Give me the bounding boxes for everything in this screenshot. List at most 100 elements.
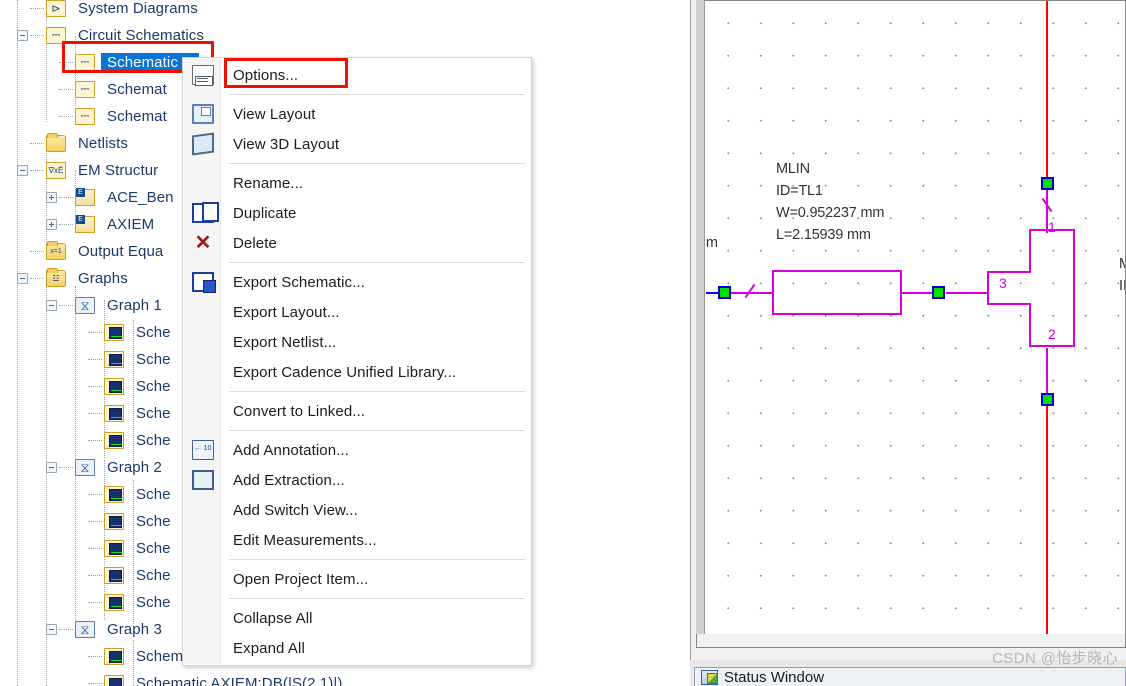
- menu-item-label: Export Netlist...: [233, 333, 337, 351]
- menu-item-label: View 3D Layout: [233, 135, 340, 153]
- status-window-tab[interactable]: Status Window: [694, 667, 1126, 686]
- net-wire-red-bottom[interactable]: [1046, 399, 1048, 647]
- tree-item[interactable]: ⎓ Schemat: [0, 103, 167, 130]
- tree-connector: [88, 575, 102, 576]
- tree-item[interactable]: Sche: [0, 400, 171, 427]
- tree-item[interactable]: ⧖ Graph 1: [0, 292, 162, 319]
- measurement-waveform: [109, 489, 122, 501]
- menu-item-label: Export Schematic...: [233, 273, 365, 291]
- schematic-annotation[interactable]: W=0.952237 mm: [776, 205, 884, 221]
- collapse-icon[interactable]: [46, 624, 57, 635]
- tree-item[interactable]: ⎓ Circuit Schematics: [0, 22, 204, 49]
- menu-item-view-3d-layout[interactable]: View 3D Layout: [183, 129, 531, 159]
- menu-item-expand-all[interactable]: Expand All: [183, 633, 531, 663]
- tree-item[interactable]: ⧖ Graph 3: [0, 616, 162, 643]
- annotation-icon: ← 10: [192, 440, 214, 460]
- tree-connector: [88, 359, 102, 360]
- expand-icon[interactable]: [46, 192, 57, 203]
- graph-icon: ⧖: [75, 621, 95, 638]
- tree-item[interactable]: Sche: [0, 508, 171, 535]
- tree-connector: [88, 548, 102, 549]
- expand-icon[interactable]: [46, 219, 57, 230]
- menu-separator: [229, 391, 525, 392]
- status-window-panel[interactable]: Status Window: [690, 660, 1126, 686]
- menu-item-label: Add Annotation...: [233, 441, 349, 459]
- tree-item[interactable]: Sche: [0, 346, 171, 373]
- tree-item[interactable]: ⧖ Graph 2: [0, 454, 162, 481]
- tree-item[interactable]: ∇xĒ EM Structur: [0, 157, 158, 184]
- collapse-icon[interactable]: [46, 462, 57, 473]
- menu-item-open-project-item[interactable]: Open Project Item...: [183, 564, 531, 594]
- tree-item[interactable]: Sche: [0, 319, 171, 346]
- menu-item-export-cadence-unified-library[interactable]: Export Cadence Unified Library...: [183, 357, 531, 387]
- collapse-icon[interactable]: [17, 273, 28, 284]
- menu-item-collapse-all[interactable]: Collapse All: [183, 603, 531, 633]
- tree-connector: [88, 386, 102, 387]
- schematic-icon: ⎓: [75, 81, 95, 98]
- schematic-annotation[interactable]: MLIN: [776, 161, 810, 177]
- menu-item-list[interactable]: Options... View Layout View 3D Layout Renam…: [183, 60, 531, 663]
- measurement-icon: [104, 324, 124, 341]
- wire-left-to-mlin[interactable]: [730, 292, 772, 294]
- menu-item-export-netlist[interactable]: Export Netlist...: [183, 327, 531, 357]
- tree-connector: [59, 62, 73, 63]
- menu-item-export-schematic[interactable]: Export Schematic...: [183, 267, 531, 297]
- tree-item[interactable]: Sche: [0, 427, 171, 454]
- menu-item-edit-measurements[interactable]: Edit Measurements...: [183, 525, 531, 555]
- menu-item-options[interactable]: Options...: [183, 60, 531, 90]
- output-equations-icon: x=1: [46, 241, 66, 260]
- tree-item[interactable]: E AXIEM: [0, 211, 154, 238]
- schematic-canvas[interactable]: 123 MLIN ID=TL1 W=0.952237 mm L=2.15939 mm …: [706, 1, 1125, 647]
- menu-item-duplicate[interactable]: Duplicate: [183, 198, 531, 228]
- annotation-glyph: ← 10: [194, 445, 212, 452]
- menu-item-label: Rename...: [233, 174, 304, 192]
- collapse-icon[interactable]: [46, 300, 57, 311]
- tree-item[interactable]: Sche: [0, 562, 171, 589]
- tree-item[interactable]: Sche: [0, 481, 171, 508]
- tree-item[interactable]: Schematic AXIEM:DB(|S(2,1)|): [0, 670, 342, 686]
- schematic-context-menu[interactable]: Options... View Layout View 3D Layout Renam…: [182, 57, 532, 666]
- tree-item[interactable]: Sche: [0, 373, 171, 400]
- tree-item[interactable]: ⎓ Schematic 1: [0, 49, 199, 76]
- tree-item[interactable]: Sche: [0, 589, 171, 616]
- mlin-component-body[interactable]: [772, 270, 902, 315]
- schematic-annotation[interactable]: ID=TL1: [776, 183, 823, 199]
- tree-item[interactable]: ☳ Graphs: [0, 265, 128, 292]
- menu-item-label: Edit Measurements...: [233, 531, 377, 549]
- wire-tee-port2[interactable]: [1046, 348, 1048, 399]
- node-middle[interactable]: [932, 286, 945, 299]
- menu-item-rename[interactable]: Rename...: [183, 168, 531, 198]
- node-bottom[interactable]: [1041, 393, 1054, 406]
- tree-item[interactable]: ⎓ Schemat: [0, 76, 167, 103]
- schematic-horizontal-scrollbar[interactable]: [696, 634, 1126, 648]
- tree-item[interactable]: Sche: [0, 535, 171, 562]
- menu-item-delete[interactable]: ✕ Delete: [183, 228, 531, 258]
- clipped-right-text-2: II: [1119, 278, 1125, 294]
- tree-connector: [30, 35, 44, 36]
- menu-item-export-layout[interactable]: Export Layout...: [183, 297, 531, 327]
- tree-connector: [30, 278, 44, 279]
- schematic-editor-window[interactable]: 123 MLIN ID=TL1 W=0.952237 mm L=2.15939 mm …: [690, 0, 1126, 660]
- wire-node-to-tee[interactable]: [946, 292, 988, 294]
- menu-item-add-annotation[interactable]: ← 10 Add Annotation...: [183, 435, 531, 465]
- menu-item-add-switch-view[interactable]: Add Switch View...: [183, 495, 531, 525]
- menu-item-view-layout[interactable]: View Layout: [183, 99, 531, 129]
- em-doc-icon: E: [75, 188, 95, 206]
- tree-connector: [59, 197, 73, 198]
- tree-item[interactable]: Netlists: [0, 130, 128, 157]
- menu-item-label: Export Cadence Unified Library...: [233, 363, 457, 381]
- menu-item-add-extraction[interactable]: Add Extraction...: [183, 465, 531, 495]
- tree-item[interactable]: x=1 Output Equa: [0, 238, 163, 265]
- node-top[interactable]: [1041, 177, 1054, 190]
- tree-item[interactable]: E ACE_Ben: [0, 184, 174, 211]
- net-wire-red-top[interactable]: [1046, 1, 1048, 182]
- menu-separator: [229, 163, 525, 164]
- collapse-icon[interactable]: [17, 165, 28, 176]
- schematic-annotation[interactable]: L=2.15939 mm: [776, 227, 871, 243]
- menu-item-convert-to-linked[interactable]: Convert to Linked...: [183, 396, 531, 426]
- collapse-icon[interactable]: [17, 30, 28, 41]
- schematic-vertical-scrollbar[interactable]: [696, 0, 705, 648]
- node-left[interactable]: [718, 286, 731, 299]
- layout-icon: [192, 104, 214, 124]
- tree-item[interactable]: ⊳ System Diagrams: [0, 0, 198, 22]
